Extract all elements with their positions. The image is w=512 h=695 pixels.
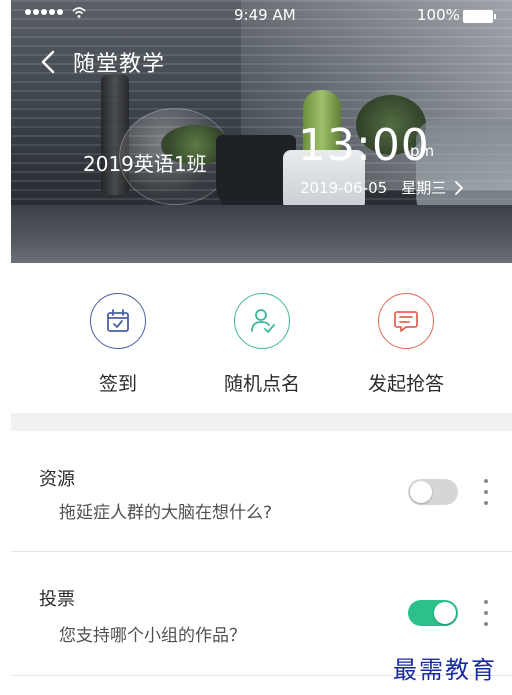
item-title: 投票 xyxy=(39,589,75,610)
chat-bubble-icon xyxy=(394,311,418,332)
page-title: 随堂教学 xyxy=(73,52,166,77)
item-title: 资源 xyxy=(39,469,75,490)
item-description: 拖延症人群的大脑在想什么? xyxy=(59,503,273,523)
time-period: pm xyxy=(410,142,435,160)
action-icon-circle xyxy=(378,293,434,349)
random-call-label: 随机点名 xyxy=(223,373,300,395)
quick-actions: 签到 随机点名 发起抢答 xyxy=(11,263,512,413)
list-item[interactable]: 资源 拖延症人群的大脑在想什么? xyxy=(11,431,512,549)
hero-banner: 9:49 AM 100% 随堂教学 2019英语1班 13:00 pm 2019… xyxy=(11,0,512,263)
publish-toggle[interactable] xyxy=(408,600,458,626)
status-bar: 9:49 AM 100% xyxy=(11,0,512,30)
action-icon-circle xyxy=(90,293,146,349)
publish-toggle[interactable] xyxy=(408,479,458,505)
date-selector[interactable]: 2019-06-05 星期三 xyxy=(300,177,464,198)
battery-percentage: 100% xyxy=(417,6,460,24)
quick-answer-label: 发起抢答 xyxy=(367,373,444,395)
status-time: 9:49 AM xyxy=(234,6,296,24)
calendar-check-icon xyxy=(107,309,129,332)
signal-icon xyxy=(25,9,63,15)
more-options-icon[interactable] xyxy=(479,600,493,626)
screen: 9:49 AM 100% 随堂教学 2019英语1班 13:00 pm 2019… xyxy=(11,0,512,695)
wifi-icon xyxy=(72,7,86,18)
watermark: 最需教育 xyxy=(393,656,497,684)
section-divider xyxy=(11,413,512,431)
nav-bar: 随堂教学 xyxy=(11,42,165,82)
random-call-button[interactable]: 随机点名 xyxy=(202,293,322,396)
window-ledge xyxy=(11,205,512,263)
back-button[interactable] xyxy=(33,47,63,77)
check-in-label: 签到 xyxy=(98,373,137,395)
battery-icon xyxy=(463,10,496,23)
chevron-right-icon xyxy=(455,180,464,195)
check-in-button[interactable]: 签到 xyxy=(58,293,178,396)
lesson-date: 2019-06-05 xyxy=(300,178,388,197)
action-icon-circle xyxy=(234,293,290,349)
quick-answer-button[interactable]: 发起抢答 xyxy=(346,293,466,396)
more-options-icon[interactable] xyxy=(479,479,493,505)
class-name: 2019英语1班 xyxy=(83,152,207,176)
lesson-weekday: 星期三 xyxy=(401,179,447,197)
user-check-icon xyxy=(251,309,275,333)
item-description: 您支持哪个小组的作品？ xyxy=(59,626,246,646)
chevron-left-icon xyxy=(41,50,55,74)
